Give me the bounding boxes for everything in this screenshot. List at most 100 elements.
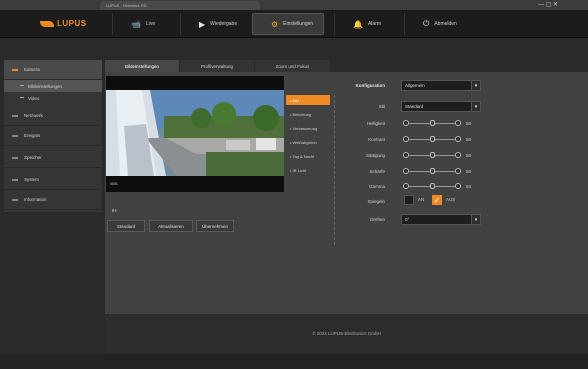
logo-text: LUPUS <box>57 19 87 28</box>
config-select[interactable]: Allgemein ▾ <box>401 80 481 91</box>
sidebar-item-speicher[interactable]: Speicher <box>4 148 102 168</box>
mirror-on-label: AN <box>418 197 425 202</box>
expand-icon <box>12 157 18 159</box>
bottom-bar <box>0 354 588 369</box>
footer: © 2022 LUPUS-Electronics GmbH <box>105 314 588 354</box>
expand-icon <box>12 199 18 201</box>
saturation-slider[interactable] <box>403 151 463 159</box>
sidebar-item-ereignis[interactable]: Ereignis <box>4 126 102 146</box>
bullet-icon <box>20 97 24 98</box>
slider-thumb[interactable] <box>429 183 435 189</box>
osd-overlay: 0001 <box>110 182 118 186</box>
stil-label: Stil <box>378 104 385 109</box>
sidebar-item-kamera[interactable]: Kamera <box>4 60 102 80</box>
bullet-icon <box>20 85 24 86</box>
sidebar-item-label: Ereignis <box>24 133 41 138</box>
power-icon: ⏻ <box>423 19 430 28</box>
mirror-off-label: AUS <box>446 197 456 202</box>
contrast-slider[interactable] <box>403 135 463 143</box>
brightness-label: Helligkeit <box>366 121 385 126</box>
osd-menu-item[interactable]: • Bild <box>286 95 330 105</box>
rotate-value: 0° <box>405 217 410 222</box>
sharpness-slider[interactable] <box>403 167 463 175</box>
nav-alarm[interactable]: 🔔 Alarm <box>334 13 400 35</box>
top-navigation: LUPUS 📹 Live ▶ Wiedergabe ⚙ Einstellunge… <box>0 10 588 38</box>
collapse-icon <box>12 69 18 71</box>
osd-menu-item[interactable]: • Verbesserung <box>286 123 330 133</box>
browser-tab[interactable]: LUPUS - Netzwerk HD <box>100 1 260 10</box>
brightness-value: 50 <box>466 121 472 126</box>
contrast-value: 50 <box>466 137 472 142</box>
nav-wiedergabe[interactable]: ▶ Wiedergabe <box>180 13 248 35</box>
gear-icon: ⚙ <box>271 19 279 29</box>
mirror-label: Spiegeln <box>367 199 385 204</box>
osd-menu-item[interactable]: • Weißabgleich <box>286 137 330 147</box>
sidebar: Kamera Bildeinstellungen Video Netzwerk … <box>4 60 102 212</box>
config-value: Allgemein <box>405 83 425 88</box>
expand-icon <box>12 135 18 137</box>
slider-thumb[interactable] <box>429 120 435 126</box>
mirror-off-checkbox[interactable]: ✓ <box>432 195 442 205</box>
nav-abmelden[interactable]: ⏻ Abmelden <box>404 13 474 35</box>
bell-icon: 🔔 <box>353 19 363 29</box>
sidebar-item-label: Netzwerk <box>24 113 43 118</box>
sidebar-item-label: Speicher <box>24 155 42 160</box>
nav-alarm-label: Alarm <box>367 21 382 27</box>
sidebar-item-label: Bildeinstellungen <box>28 83 63 89</box>
app-window: LUPUS - Netzwerk HD — ▢ ✕ LUPUS 📹 Live ▶… <box>0 0 588 369</box>
brightness-slider[interactable] <box>403 119 463 127</box>
stil-select[interactable]: Standard ▾ <box>401 101 481 112</box>
gamma-value: 50 <box>466 184 472 189</box>
sidebar-item-label: Information <box>24 197 47 202</box>
contrast-label: Kontrast <box>368 137 385 142</box>
gamma-label: Gamma <box>368 184 385 189</box>
camera-image <box>106 76 284 192</box>
sidebar-item-label: Video <box>28 95 40 101</box>
lupus-logo: LUPUS <box>40 19 87 28</box>
nav-live[interactable]: 📹 Live <box>112 13 178 35</box>
expand-icon <box>12 179 18 181</box>
nav-wiedergabe-label: Wiedergabe <box>210 21 238 27</box>
mirror-on-checkbox[interactable] <box>404 195 414 205</box>
sharpness-value: 50 <box>466 169 472 174</box>
chevron-down-icon: ▾ <box>471 102 480 111</box>
camera-icon: 📹 <box>131 19 141 29</box>
window-controls[interactable]: — ▢ ✕ <box>538 1 558 8</box>
slider-thumb[interactable] <box>429 152 435 158</box>
browser-bar: LUPUS - Netzwerk HD — ▢ ✕ <box>0 0 588 10</box>
content-tabs: Bildeinstellungen Profilverwaltung Zoom … <box>105 60 331 72</box>
rotate-label: Drehen <box>370 217 385 222</box>
osd-menu-item[interactable]: • IR Licht <box>286 165 330 175</box>
sidebar-item-netzwerk[interactable]: Netzwerk <box>4 106 102 126</box>
tab-bildeinstellungen[interactable]: Bildeinstellungen <box>105 60 180 72</box>
copyright-text: © 2022 LUPUS-Electronics GmbH <box>312 331 381 336</box>
tab-profilverwaltung[interactable]: Profilverwaltung <box>180 60 255 72</box>
sidebar-item-information[interactable]: Information <box>4 190 102 210</box>
play-icon: ▶ <box>199 19 206 29</box>
chevron-down-icon: ▾ <box>471 81 480 90</box>
chevron-down-icon: ▾ <box>471 215 480 224</box>
config-label: Konfiguration <box>355 83 386 88</box>
osd-menu-item[interactable]: • Belichtung <box>286 109 330 119</box>
apply-button[interactable]: Übernehmen <box>196 220 234 232</box>
gamma-slider[interactable] <box>403 182 463 190</box>
sharpness-label: Schärfe <box>369 169 385 174</box>
nav-einstellungen[interactable]: ⚙ Einstellungen <box>252 13 324 35</box>
rotate-select[interactable]: 0° ▾ <box>401 214 481 225</box>
preview-index: IH <box>112 208 117 213</box>
slider-thumb[interactable] <box>429 136 435 142</box>
standard-button[interactable]: Standard <box>107 220 145 232</box>
sidebar-subitem-video[interactable]: Video <box>4 92 102 104</box>
saturation-label: Sättigung <box>365 153 385 158</box>
sidebar-item-system[interactable]: System <box>4 170 102 190</box>
refresh-button[interactable]: Aktualisieren <box>149 220 193 232</box>
slider-thumb[interactable] <box>429 168 435 174</box>
sidebar-item-label: Kamera <box>24 67 40 72</box>
check-icon: ✓ <box>433 195 441 205</box>
tab-zoom-fokus[interactable]: Zoom und Fokus <box>255 60 331 72</box>
sidebar-subitem-bildeinstellungen[interactable]: Bildeinstellungen <box>4 80 102 92</box>
sidebar-item-label: System <box>24 177 40 182</box>
nav-live-label: Live <box>145 21 156 27</box>
nav-einstellungen-label: Einstellungen <box>283 21 314 27</box>
osd-menu-item[interactable]: • Tag & Nacht <box>286 151 330 161</box>
